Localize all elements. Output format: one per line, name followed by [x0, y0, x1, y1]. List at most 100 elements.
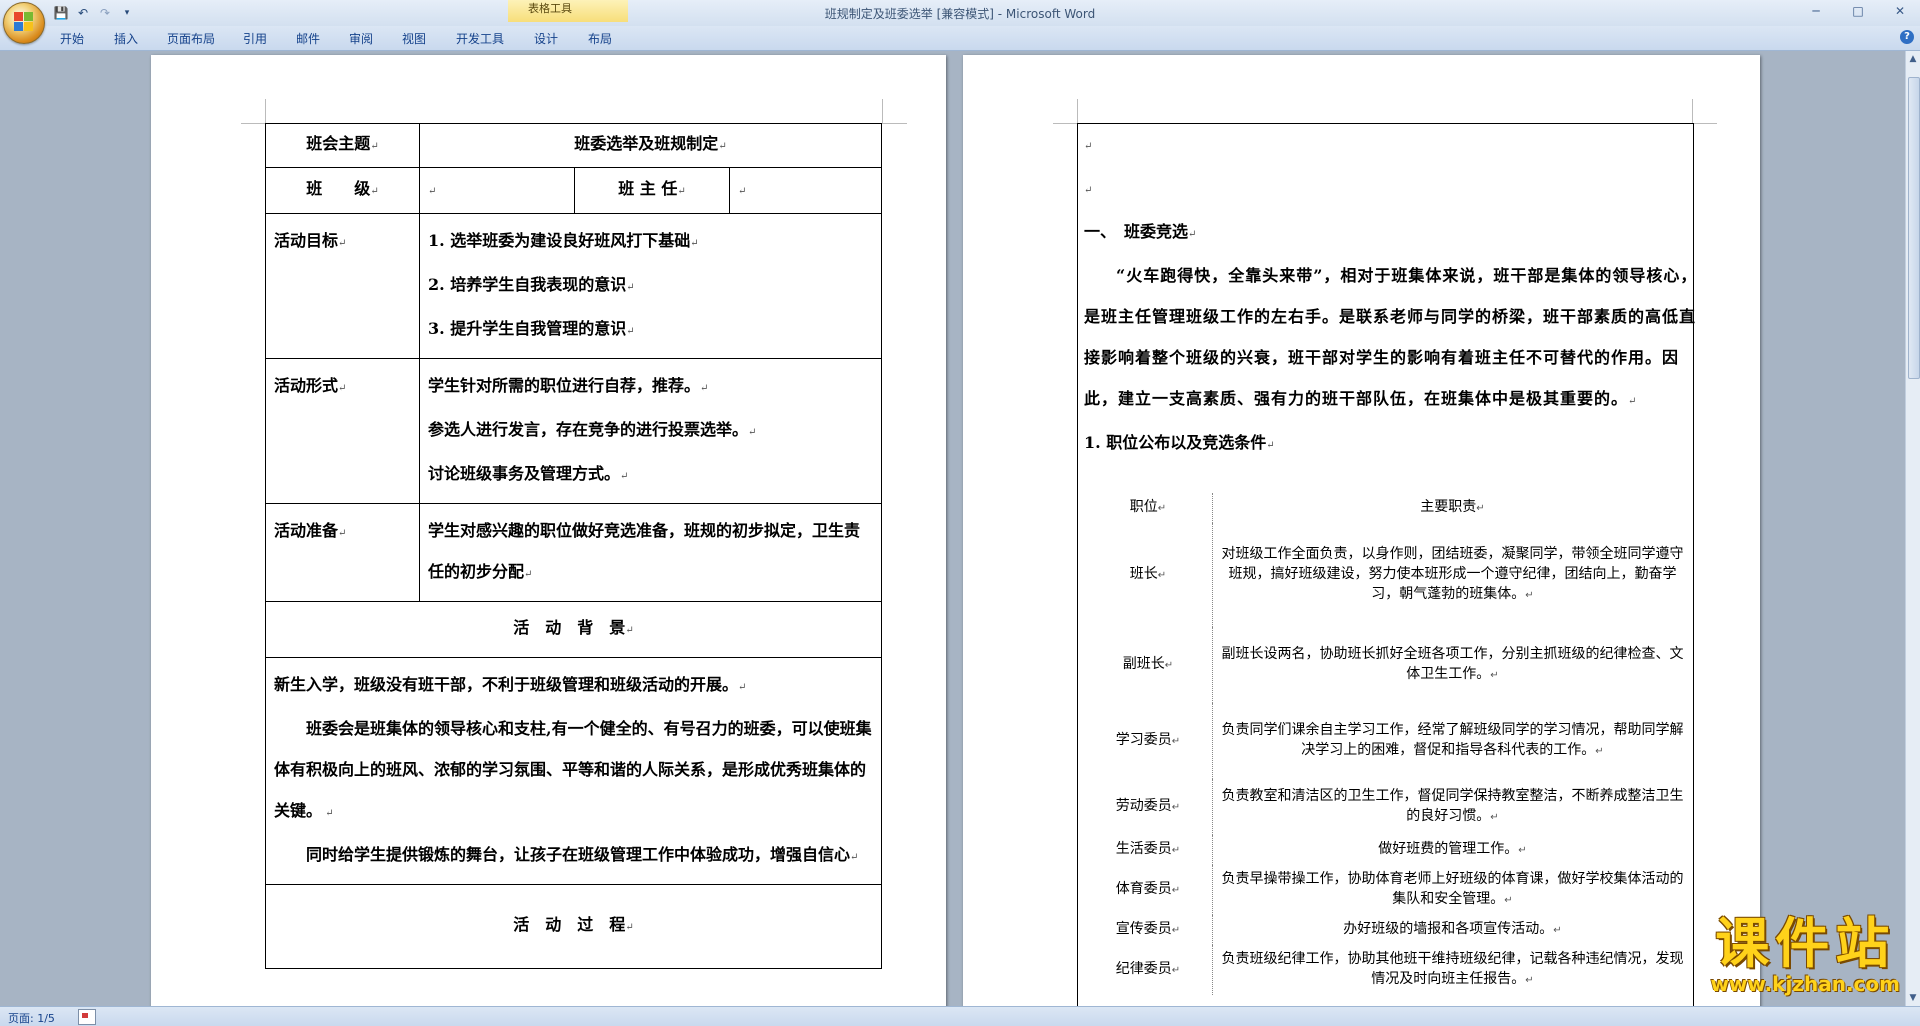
role-duty[interactable]: 负责同学们课余自主学习工作，经常了解班级同学的学习情况，帮助同学解决学习上的困难… — [1212, 703, 1692, 779]
goal-item: 2. 培养学生自我表现的意识↵ — [428, 275, 635, 294]
watermark-url: www.kjzhan.com — [1710, 972, 1900, 996]
background-para: 新生入学，班级没有班干部，不利于班级管理和班级活动的开展。↵ — [274, 675, 747, 694]
table-row: 班会主题↵ 班委选举及班规制定↵ — [265, 123, 882, 168]
class-meeting-table: 班会主题↵ 班委选举及班规制定↵ 班 级↵ ↵ 班 主 任↵ ↵ 活动目标↵ 1… — [265, 123, 882, 969]
title-bar: 💾 ↶ ↷ ▾ 表格工具 班规制定及班委选举 [兼容模式] - Microsof… — [0, 0, 1920, 27]
form-item: 学生针对所需的职位进行自荐，推荐。↵ — [428, 376, 709, 395]
role-duty[interactable]: 负责早操带操工作，协助体育老师上好班级的体育课，做好学校集体活动的集队和安全管理… — [1212, 865, 1692, 915]
watermark-title: 课件站 — [1715, 911, 1896, 975]
teacher-label[interactable]: 班 主 任↵ — [574, 167, 730, 214]
role-name[interactable]: 班长↵ — [1084, 523, 1213, 627]
table-row: 活动目标↵ 1. 选举班委为建设良好班风打下基础↵ 2. 培养学生自我表现的意识… — [265, 213, 882, 359]
tab-developer[interactable]: 开发工具 — [456, 30, 504, 47]
crop-mark — [1692, 99, 1717, 124]
maximize-icon[interactable]: □ — [1842, 2, 1874, 20]
table-row: 纪律委员↵ 负责班级纪律工作，协助其他班干维持班级纪律，记载各种违纪情况，发现情… — [1084, 945, 1692, 995]
vertical-scrollbar[interactable]: ▲ ▼ — [1905, 51, 1920, 1006]
document-title: 班规制定及班委选举 [兼容模式] - — [824, 7, 1006, 21]
app-name: Microsoft Word — [1005, 7, 1096, 21]
background-para: 同时给学生提供锻炼的舞台，让孩子在班级管理工作中体验成功，增强自信心↵ — [306, 845, 859, 864]
document-page-2: ↵ ↵ 一、 班委竞选↵ “火车跑得快，全靠头来带”，相对于班集体来说，班干部是… — [963, 55, 1760, 1006]
tab-page-layout[interactable]: 页面布局 — [167, 30, 215, 47]
tab-table-layout[interactable]: 布局 — [588, 30, 612, 47]
table-row: 副班长↵ 副班长设两名，协助班长抓好全班各项工作，分别主抓班级的纪律检查、文体卫… — [1084, 627, 1692, 703]
help-icon[interactable]: ? — [1900, 30, 1914, 44]
background-heading[interactable]: 活 动 背 景↵ — [265, 601, 882, 658]
tab-home[interactable]: 开始 — [60, 30, 84, 47]
table-row: 班 级↵ ↵ 班 主 任↵ ↵ — [265, 167, 882, 214]
teacher-value[interactable]: ↵ — [729, 167, 882, 214]
window-controls: ─ □ ✕ — [1800, 2, 1916, 20]
page-number-status[interactable]: 页面: 1/5 — [8, 1010, 55, 1026]
intro-paragraph: “火车跑得快，全靠头来带”，相对于班集体来说，班干部是集体的领导核心，是班主任管… — [1084, 266, 1698, 408]
role-name[interactable]: 体育委员↵ — [1084, 865, 1213, 915]
minimize-icon[interactable]: ─ — [1800, 2, 1832, 20]
close-icon[interactable]: ✕ — [1884, 2, 1916, 20]
role-duty[interactable]: 负责教室和清洁区的卫生工作，督促同学保持教室整洁，不断养成整洁卫生的良好习惯。↵ — [1212, 779, 1692, 835]
table-row: 新生入学，班级没有班干部，不利于班级管理和班级活动的开展。↵ 班委会是班集体的领… — [265, 657, 882, 885]
roles-table: 职位↵ 主要职责↵ 班长↵ 对班级工作全面负责，以身作则，团结班委，凝聚同学，带… — [1084, 493, 1692, 995]
empty-paragraph: ↵ — [1084, 185, 1093, 196]
table-row: 宣传委员↵ 办好班级的墙报和各项宣传活动。↵ — [1084, 915, 1692, 945]
theme-label[interactable]: 班会主题↵ — [265, 123, 420, 168]
goal-item: 3. 提升学生自我管理的意识↵ — [428, 319, 635, 338]
role-name[interactable]: 纪律委员↵ — [1084, 945, 1213, 995]
scroll-up-icon[interactable]: ▲ — [1907, 53, 1919, 65]
table-row: 体育委员↵ 负责早操带操工作，协助体育老师上好班级的体育课，做好学校集体活动的集… — [1084, 865, 1692, 915]
office-button-icon[interactable] — [3, 2, 45, 44]
roles-header-role[interactable]: 职位↵ — [1084, 493, 1213, 523]
prep-cell[interactable]: 学生对感兴趣的职位做好竞选准备，班规的初步拟定，卫生责任的初步分配↵ — [419, 503, 882, 602]
scroll-thumb[interactable] — [1908, 77, 1920, 379]
macro-record-icon[interactable] — [78, 1009, 96, 1025]
class-label[interactable]: 班 级↵ — [265, 167, 420, 214]
goals-label[interactable]: 活动目标↵ — [265, 213, 420, 359]
tab-insert[interactable]: 插入 — [114, 30, 138, 47]
table-row: 职位↵ 主要职责↵ — [1084, 493, 1692, 523]
roles-header-duty[interactable]: 主要职责↵ — [1212, 493, 1692, 523]
role-duty[interactable]: 副班长设两名，协助班长抓好全班各项工作，分别主抓班级的纪律检查、文体卫生工作。↵ — [1212, 627, 1692, 703]
process-heading[interactable]: 活 动 过 程↵ — [265, 884, 882, 969]
crop-mark — [241, 99, 266, 124]
tab-view[interactable]: 视图 — [402, 30, 426, 47]
role-name[interactable]: 生活委员↵ — [1084, 835, 1213, 865]
section-title: 一、 班委竞选↵ — [1084, 222, 1197, 241]
role-duty[interactable]: 负责班级纪律工作，协助其他班干维持班级纪律，记载各种违纪情况，发现情况及时向班主… — [1212, 945, 1692, 995]
tab-references[interactable]: 引用 — [243, 30, 267, 47]
role-duty[interactable]: 办好班级的墙报和各项宣传活动。↵ — [1212, 915, 1692, 945]
table-row: 活 动 过 程↵ — [265, 884, 882, 969]
empty-paragraph: ↵ — [1084, 141, 1093, 152]
document-workspace: 班会主题↵ 班委选举及班规制定↵ 班 级↵ ↵ 班 主 任↵ ↵ 活动目标↵ 1… — [0, 51, 1906, 1006]
forms-cell[interactable]: 学生针对所需的职位进行自荐，推荐。↵ 参选人进行发言，存在竞争的进行投票选举。↵… — [419, 358, 882, 504]
role-duty[interactable]: 对班级工作全面负责，以身作则，团结班委，凝聚同学，带领全班同学遵守班规，搞好班级… — [1212, 523, 1692, 627]
role-name[interactable]: 学习委员↵ — [1084, 703, 1213, 779]
document-page-1: 班会主题↵ 班委选举及班规制定↵ 班 级↵ ↵ 班 主 任↵ ↵ 活动目标↵ 1… — [151, 55, 946, 1006]
role-duty[interactable]: 做好班费的管理工作。↵ — [1212, 835, 1692, 865]
role-name[interactable]: 劳动委员↵ — [1084, 779, 1213, 835]
window-title: 班规制定及班委选举 [兼容模式] - Microsoft Word — [0, 5, 1920, 22]
role-name[interactable]: 宣传委员↵ — [1084, 915, 1213, 945]
background-para: 班委会是班集体的领导核心和支柱,有一个健全的、有号召力的班委，可以使班集体有积极… — [274, 719, 872, 820]
tab-table-design[interactable]: 设计 — [534, 30, 558, 47]
forms-label[interactable]: 活动形式↵ — [265, 358, 420, 504]
prep-label[interactable]: 活动准备↵ — [265, 503, 420, 602]
page-2-text[interactable]: ↵ ↵ 一、 班委竞选↵ “火车跑得快，全靠头来带”，相对于班集体来说，班干部是… — [1084, 123, 1702, 466]
table-row: 活动准备↵ 学生对感兴趣的职位做好竞选准备，班规的初步拟定，卫生责任的初步分配↵ — [265, 503, 882, 602]
table-row: 活动形式↵ 学生针对所需的职位进行自荐，推荐。↵ 参选人进行发言，存在竞争的进行… — [265, 358, 882, 504]
tab-mailings[interactable]: 邮件 — [296, 30, 320, 47]
role-name[interactable]: 副班长↵ — [1084, 627, 1213, 703]
form-item: 讨论班级事务及管理方式。↵ — [428, 464, 629, 483]
subsection-title: 1. 职位公布以及竞选条件↵ — [1084, 433, 1275, 452]
tab-review[interactable]: 审阅 — [349, 30, 373, 47]
scroll-down-icon[interactable]: ▼ — [1907, 992, 1919, 1004]
goals-cell[interactable]: 1. 选举班委为建设良好班风打下基础↵ 2. 培养学生自我表现的意识↵ 3. 提… — [419, 213, 882, 359]
table-row: 生活委员↵ 做好班费的管理工作。↵ — [1084, 835, 1692, 865]
theme-value[interactable]: 班委选举及班规制定↵ — [419, 123, 882, 168]
table-row: 学习委员↵ 负责同学们课余自主学习工作，经常了解班级同学的学习情况，帮助同学解决… — [1084, 703, 1692, 779]
table-row: 劳动委员↵ 负责教室和清洁区的卫生工作，督促同学保持教室整洁，不断养成整洁卫生的… — [1084, 779, 1692, 835]
form-item: 参选人进行发言，存在竞争的进行投票选举。↵ — [428, 420, 757, 439]
table-row: 活 动 背 景↵ — [265, 601, 882, 658]
ribbon-tab-bar: 开始 插入 页面布局 引用 邮件 审阅 视图 开发工具 设计 布局 — [0, 26, 1920, 51]
background-cell[interactable]: 新生入学，班级没有班干部，不利于班级管理和班级活动的开展。↵ 班委会是班集体的领… — [265, 657, 882, 885]
status-bar: 页面: 1/5 — [0, 1006, 1920, 1026]
class-value[interactable]: ↵ — [419, 167, 575, 214]
